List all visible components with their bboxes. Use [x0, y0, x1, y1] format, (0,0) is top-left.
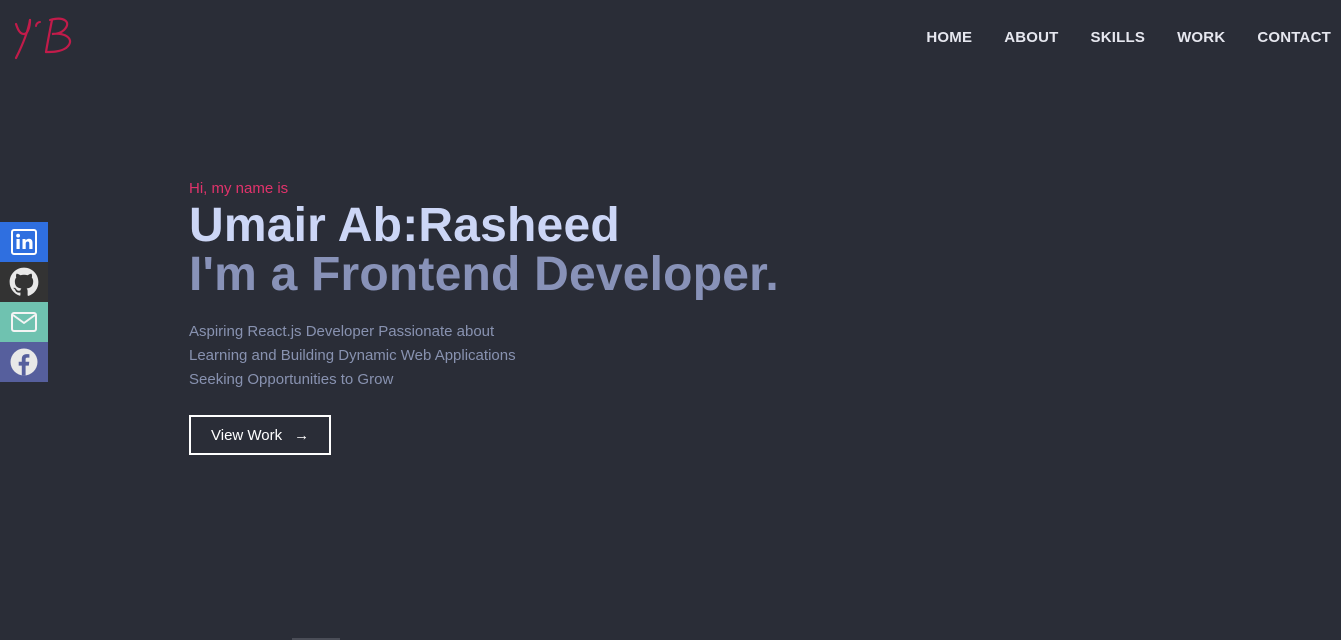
facebook-icon [10, 348, 38, 376]
hero-description-line: Aspiring React.js Developer Passionate a… [189, 323, 495, 340]
social-links [0, 222, 48, 382]
nav-about[interactable]: ABOUT [1004, 29, 1058, 46]
hero-description-line: Seeking Opportunities to Grow [189, 371, 394, 388]
linkedin-icon [11, 229, 37, 255]
social-linkedin[interactable] [0, 222, 48, 262]
page: HOME ABOUT SKILLS WORK CONTACT Hi, my na… [0, 0, 1341, 640]
nav-contact[interactable]: CONTACT [1257, 29, 1331, 46]
nav-work[interactable]: WORK [1177, 29, 1225, 46]
main-nav: HOME ABOUT SKILLS WORK CONTACT [926, 29, 1331, 46]
hero-role: I'm a Frontend Developer. [189, 248, 779, 301]
hero-section: Hi, my name is Umair Ab:Rasheed I'm a Fr… [189, 180, 779, 455]
hero-description-line: Learning and Building Dynamic Web Applic… [189, 347, 516, 364]
hero-name: Umair Ab:Rasheed [189, 199, 620, 252]
mail-icon [11, 312, 37, 332]
social-email[interactable] [0, 302, 48, 342]
logo[interactable] [10, 12, 82, 62]
view-work-button[interactable]: View Work → [189, 415, 332, 455]
hero-description: Aspiring React.js Developer Passionate a… [189, 320, 779, 392]
social-facebook[interactable] [0, 342, 48, 382]
hero-intro: Hi, my name is [189, 180, 289, 197]
nav-skills[interactable]: SKILLS [1091, 29, 1146, 46]
social-github[interactable] [0, 262, 48, 302]
logo-signature-icon [14, 17, 72, 60]
view-work-label: View Work [211, 426, 283, 444]
arrow-right-icon: → [294, 426, 310, 444]
nav-home[interactable]: HOME [926, 29, 972, 46]
github-icon [9, 267, 39, 296]
